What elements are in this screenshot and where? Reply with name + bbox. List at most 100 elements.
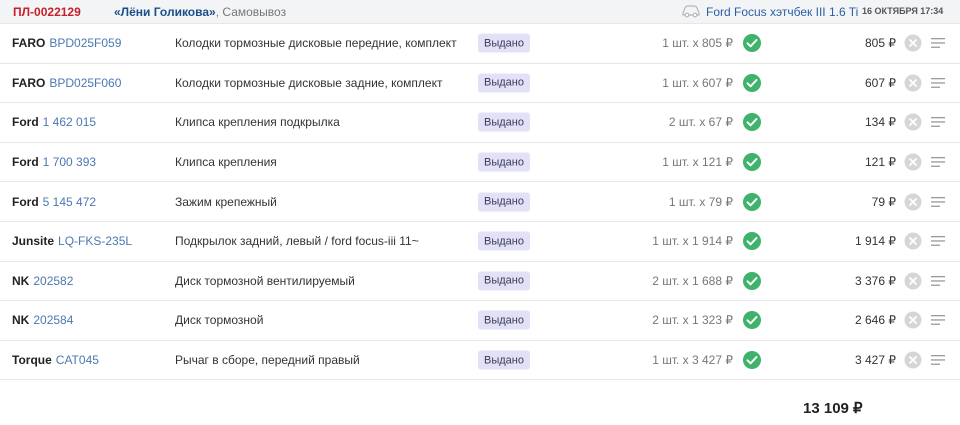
menu-icon[interactable] <box>930 156 946 168</box>
item-article[interactable]: 202582 <box>33 274 73 288</box>
item-total: 3 427 ₽ <box>855 353 896 368</box>
item-quantity-price: 2 шт. x 1 323 ₽ <box>652 313 733 328</box>
table-row: FARO BPD025F059 Колодки тормозные дисковы… <box>0 24 960 64</box>
table-row: Junsite LQ-FKS-235L Подкрылок задний, лев… <box>0 222 960 262</box>
brand-name: Ford <box>12 115 39 130</box>
check-circle-icon <box>743 232 761 251</box>
item-description: Диск тормозной <box>175 313 264 328</box>
close-circle-icon[interactable] <box>904 232 922 250</box>
status-badge: Выдано <box>478 192 530 212</box>
status-badge: Выдано <box>478 112 530 132</box>
status-badge: Выдано <box>478 310 530 330</box>
item-total: 805 ₽ <box>865 36 896 51</box>
item-brand: Torque CAT045 <box>12 353 99 367</box>
item-brand: Junsite LQ-FKS-235L <box>12 234 132 248</box>
close-circle-icon[interactable] <box>904 272 922 290</box>
item-description: Колодки тормозные дисковые задние, компл… <box>175 75 443 90</box>
check-circle-icon <box>743 73 761 92</box>
item-brand: NK 202584 <box>12 313 73 327</box>
check-circle-icon <box>743 311 761 330</box>
menu-icon[interactable] <box>930 77 946 89</box>
client-line: «Лёни Голикова», Самовывоз <box>114 5 286 19</box>
close-circle-icon[interactable] <box>904 34 922 52</box>
status-badge: Выдано <box>478 73 530 93</box>
check-circle-icon <box>743 34 761 53</box>
order-header: ПЛ-0022129 «Лёни Голикова», Самовывоз Fo… <box>0 0 960 24</box>
menu-icon[interactable] <box>930 37 946 49</box>
item-article[interactable]: BPD025F059 <box>49 36 121 50</box>
item-description: Диск тормозной вентилируемый <box>175 273 355 288</box>
brand-name: Ford <box>12 155 39 170</box>
item-brand: Ford 1 700 393 <box>12 155 96 169</box>
menu-icon[interactable] <box>930 116 946 128</box>
item-article[interactable]: CAT045 <box>56 353 99 367</box>
table-row: Ford 1 462 015 Клипса крепления подкрылка… <box>0 103 960 143</box>
item-article[interactable]: LQ-FKS-235L <box>58 234 132 248</box>
item-description: Подкрылок задний, левый / ford focus-iii… <box>175 234 419 249</box>
menu-icon[interactable] <box>930 196 946 208</box>
item-article[interactable]: 202584 <box>33 313 73 327</box>
table-row: FARO BPD025F060 Колодки тормозные дисковы… <box>0 64 960 104</box>
table-row: NK 202582 Диск тормозной вентилируемый Вы… <box>0 262 960 302</box>
brand-name: Ford <box>12 194 39 209</box>
brand-name: Junsite <box>12 234 55 249</box>
close-circle-icon[interactable] <box>904 113 922 131</box>
order-id[interactable]: ПЛ-0022129 <box>13 5 81 19</box>
item-quantity-price: 2 шт. x 1 688 ₽ <box>652 273 733 288</box>
order-date: 16 ОКТЯБРЯ 17:34 <box>862 6 944 16</box>
brand-name: Torque <box>12 353 52 368</box>
table-row: NK 202584 Диск тормозной Выдано 2 шт. x 1… <box>0 301 960 341</box>
item-description: Зажим крепежный <box>175 194 277 209</box>
status-badge: Выдано <box>478 271 530 291</box>
item-description: Клипса крепления <box>175 155 277 170</box>
close-circle-icon[interactable] <box>904 351 922 369</box>
status-badge: Выдано <box>478 152 530 172</box>
close-circle-icon[interactable] <box>904 74 922 92</box>
check-circle-icon <box>743 153 761 172</box>
status-badge: Выдано <box>478 33 530 53</box>
menu-icon[interactable] <box>930 354 946 366</box>
check-circle-icon <box>743 113 761 132</box>
brand-name: FARO <box>12 36 46 51</box>
status-badge: Выдано <box>478 350 530 370</box>
item-quantity-price: 1 шт. x 79 ₽ <box>668 194 733 209</box>
check-circle-icon <box>743 192 761 211</box>
car-icon <box>682 5 700 18</box>
car-link[interactable]: Ford Focus хэтчбек III 1.6 Ti <box>706 5 858 19</box>
close-circle-icon[interactable] <box>904 193 922 211</box>
table-row: Ford 1 700 393 Клипса крепления Выдано 1 … <box>0 143 960 183</box>
item-total: 3 376 ₽ <box>855 273 896 288</box>
item-total: 2 646 ₽ <box>855 313 896 328</box>
client-name[interactable]: «Лёни Голикова» <box>114 5 216 19</box>
item-total: 1 914 ₽ <box>855 234 896 249</box>
status-badge: Выдано <box>478 231 530 251</box>
check-circle-icon <box>743 271 761 290</box>
table-row: Torque CAT045 Рычаг в сборе, передний пра… <box>0 341 960 381</box>
item-article[interactable]: 5 145 472 <box>43 195 96 209</box>
item-article[interactable]: 1 700 393 <box>43 155 96 169</box>
item-quantity-price: 1 шт. x 121 ₽ <box>662 155 733 170</box>
check-circle-icon <box>743 351 761 370</box>
item-brand: Ford 5 145 472 <box>12 195 96 209</box>
menu-icon[interactable] <box>930 314 946 326</box>
item-article[interactable]: BPD025F060 <box>49 76 121 90</box>
item-description: Рычаг в сборе, передний правый <box>175 353 360 368</box>
item-quantity-price: 1 шт. x 805 ₽ <box>662 36 733 51</box>
item-total: 134 ₽ <box>865 115 896 130</box>
item-total: 607 ₽ <box>865 75 896 90</box>
item-quantity-price: 1 шт. x 3 427 ₽ <box>652 353 733 368</box>
close-circle-icon[interactable] <box>904 153 922 171</box>
table-row: Ford 5 145 472 Зажим крепежный Выдано 1 ш… <box>0 182 960 222</box>
brand-name: FARO <box>12 75 46 90</box>
grand-total: 13 109 ₽ <box>803 400 863 417</box>
menu-icon[interactable] <box>930 275 946 287</box>
items-list: FARO BPD025F059 Колодки тормозные дисковы… <box>0 24 960 381</box>
item-brand: Ford 1 462 015 <box>12 115 96 129</box>
item-article[interactable]: 1 462 015 <box>43 115 96 129</box>
item-description: Колодки тормозные дисковые передние, ком… <box>175 36 457 51</box>
menu-icon[interactable] <box>930 235 946 247</box>
item-total: 79 ₽ <box>871 194 896 209</box>
item-quantity-price: 1 шт. x 607 ₽ <box>662 75 733 90</box>
item-brand: FARO BPD025F059 <box>12 36 121 50</box>
close-circle-icon[interactable] <box>904 311 922 329</box>
